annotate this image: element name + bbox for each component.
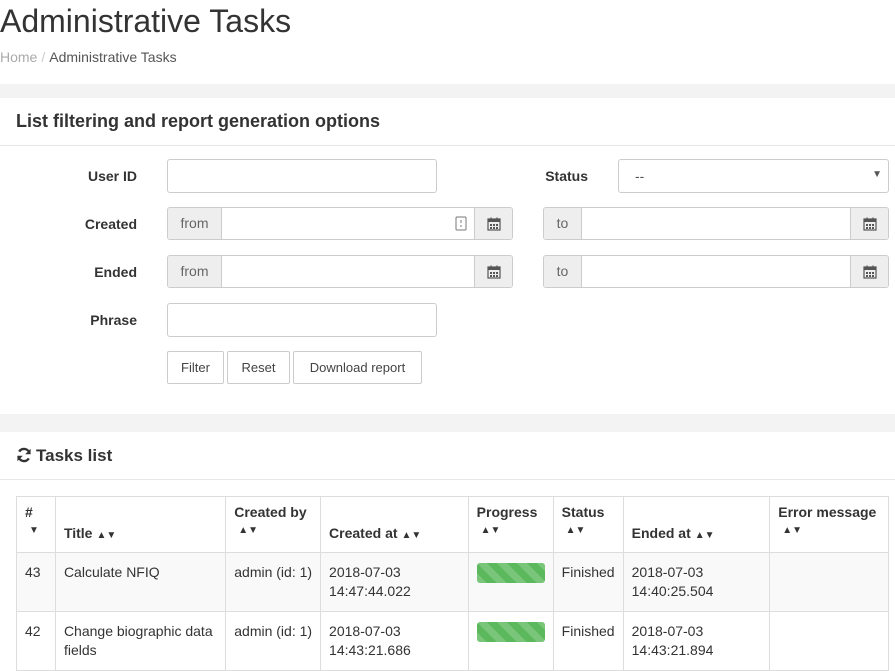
calendar-icon bbox=[862, 217, 877, 231]
panel-divider bbox=[0, 145, 895, 146]
sort-icon[interactable]: ▲▼ bbox=[782, 525, 802, 536]
refresh-icon[interactable] bbox=[16, 447, 32, 463]
ended-to-addon: to bbox=[544, 256, 582, 287]
phrase-input[interactable] bbox=[167, 303, 437, 337]
calendar-icon bbox=[486, 265, 501, 279]
page-title: Administrative Tasks bbox=[0, 3, 292, 39]
tasks-title-text: Tasks list bbox=[36, 446, 113, 465]
cell-progress bbox=[467, 611, 554, 671]
column-header-created-by[interactable]: Created by ▲▼ bbox=[225, 496, 322, 553]
tasks-table: # ▼ Title ▲▼ Created by ▲▼ Created at ▲▼ P… bbox=[16, 496, 889, 671]
sort-icon[interactable]: ▲▼ bbox=[695, 530, 715, 541]
created-from-group: from bbox=[167, 207, 513, 240]
progress-bar bbox=[476, 563, 545, 583]
cell-ended-at: 2018-07-03 14:40:25.504 bbox=[622, 552, 771, 612]
ended-to-input[interactable] bbox=[582, 256, 850, 287]
cell-status: Finished bbox=[552, 611, 624, 671]
column-header-id[interactable]: # ▼ bbox=[16, 496, 56, 553]
filter-button[interactable]: Filter bbox=[167, 351, 224, 384]
column-header-created-at[interactable]: Created at ▲▼ bbox=[320, 496, 469, 553]
tasks-panel-title: Tasks list bbox=[16, 446, 112, 466]
spinner-icon[interactable] bbox=[455, 216, 467, 234]
column-header-error-message[interactable]: Error message ▲▼ bbox=[769, 496, 889, 553]
cell-error-message bbox=[769, 552, 889, 612]
ended-from-calendar-button[interactable] bbox=[474, 256, 512, 287]
cell-error-message bbox=[769, 611, 889, 671]
created-to-addon: to bbox=[544, 208, 582, 239]
cell-id: 42 bbox=[16, 611, 56, 671]
created-label: Created bbox=[84, 216, 137, 232]
sort-icon[interactable]: ▲▼ bbox=[566, 525, 586, 536]
user-id-input[interactable] bbox=[167, 159, 437, 193]
created-from-calendar-button[interactable] bbox=[474, 208, 512, 239]
cell-progress bbox=[467, 552, 554, 612]
progress-bar bbox=[476, 622, 545, 642]
created-from-input[interactable] bbox=[222, 208, 475, 239]
breadcrumb-home-link[interactable]: Home bbox=[0, 49, 37, 65]
calendar-icon bbox=[862, 265, 877, 279]
cell-created-by: admin (id: 1) bbox=[225, 552, 322, 612]
calendar-icon bbox=[486, 217, 501, 231]
status-select[interactable]: -- ▼ bbox=[618, 159, 889, 193]
column-header-title[interactable]: Title ▲▼ bbox=[54, 496, 227, 553]
status-label: Status bbox=[545, 168, 588, 184]
breadcrumb-separator: / bbox=[41, 49, 46, 65]
section-divider bbox=[0, 414, 895, 432]
sort-icon[interactable]: ▲▼ bbox=[238, 525, 258, 536]
created-to-calendar-button[interactable] bbox=[850, 208, 888, 239]
filters-panel-title: List filtering and report generation opt… bbox=[16, 111, 381, 131]
ended-from-addon: from bbox=[168, 256, 222, 287]
cell-created-by: admin (id: 1) bbox=[225, 611, 322, 671]
column-header-status[interactable]: Status ▲▼ bbox=[552, 496, 624, 553]
progress-fill bbox=[476, 622, 545, 642]
chevron-down-icon: ▼ bbox=[872, 169, 882, 180]
phrase-label: Phrase bbox=[90, 312, 137, 328]
cell-title: Calculate NFIQ bbox=[54, 552, 227, 612]
ended-from-input[interactable] bbox=[222, 256, 475, 287]
panel-divider bbox=[0, 479, 895, 480]
section-divider bbox=[0, 84, 895, 98]
cell-created-at: 2018-07-03 14:43:21.686 bbox=[320, 611, 469, 671]
table-row[interactable]: 43 Calculate NFIQ admin (id: 1) 2018-07-… bbox=[16, 552, 889, 612]
sort-icon[interactable]: ▲▼ bbox=[402, 530, 422, 541]
column-header-ended-at[interactable]: Ended at ▲▼ bbox=[622, 496, 771, 553]
sort-desc-icon[interactable]: ▼ bbox=[29, 525, 39, 536]
table-row[interactable]: 42 Change biographic data fields admin (… bbox=[16, 611, 889, 671]
ended-to-calendar-button[interactable] bbox=[850, 256, 888, 287]
cell-id: 43 bbox=[16, 552, 56, 612]
ended-from-group: from bbox=[167, 255, 513, 288]
progress-fill bbox=[476, 563, 545, 583]
ended-to-group: to bbox=[543, 255, 889, 288]
column-header-progress[interactable]: Progress ▲▼ bbox=[467, 496, 554, 553]
created-to-input[interactable] bbox=[582, 208, 850, 239]
cell-created-at: 2018-07-03 14:47:44.022 bbox=[320, 552, 469, 612]
breadcrumb-current: Administrative Tasks bbox=[49, 49, 177, 65]
cell-ended-at: 2018-07-03 14:43:21.894 bbox=[622, 611, 771, 671]
status-selected-value: -- bbox=[635, 168, 645, 184]
created-from-addon: from bbox=[168, 208, 222, 239]
ended-label: Ended bbox=[94, 264, 137, 280]
cell-title: Change biographic data fields bbox=[54, 611, 227, 671]
cell-status: Finished bbox=[552, 552, 624, 612]
created-to-group: to bbox=[543, 207, 889, 240]
reset-button[interactable]: Reset bbox=[227, 351, 290, 384]
sort-icon[interactable]: ▲▼ bbox=[481, 525, 501, 536]
sort-icon[interactable]: ▲▼ bbox=[96, 530, 116, 541]
download-report-button[interactable]: Download report bbox=[293, 351, 422, 384]
user-id-label: User ID bbox=[87, 168, 137, 184]
breadcrumb: Home / Administrative Tasks bbox=[0, 49, 177, 65]
